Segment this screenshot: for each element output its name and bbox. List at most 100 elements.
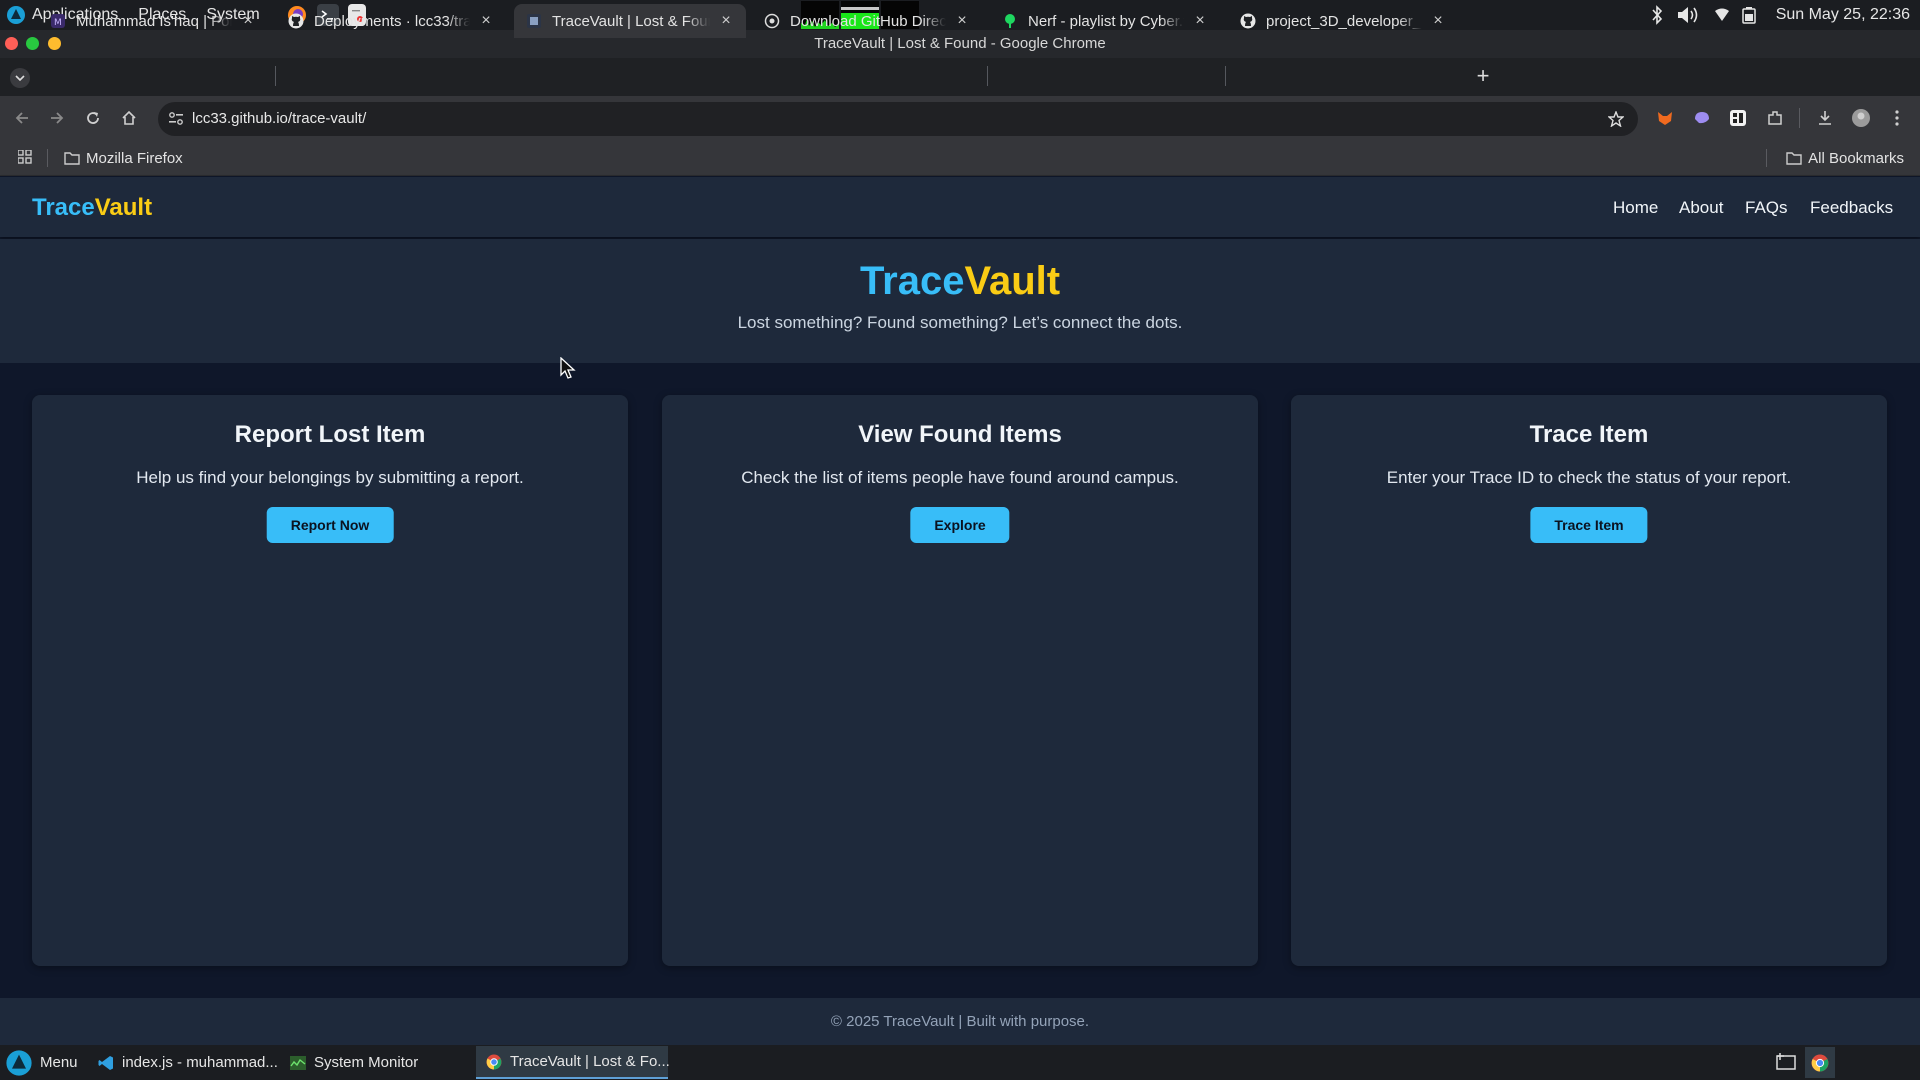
- more-menu-icon[interactable]: [1887, 108, 1907, 128]
- trace-item-button[interactable]: Trace Item: [1530, 507, 1648, 543]
- report-now-button[interactable]: Report Now: [266, 507, 394, 543]
- task-label: System Monitor: [314, 1054, 419, 1071]
- extension-grid-icon[interactable]: [1728, 108, 1748, 128]
- card-title: Report Lost Item: [234, 421, 426, 448]
- arrow-right-icon: [49, 110, 65, 126]
- site-info-icon[interactable]: [168, 111, 184, 127]
- close-tab-icon[interactable]: ×: [718, 12, 734, 30]
- home-icon: [121, 110, 137, 126]
- tab-title: Muhammad Is'haq | Portfolio: [76, 12, 232, 30]
- vscode-icon: [98, 1055, 114, 1071]
- arrow-left-icon: [14, 110, 30, 126]
- card-view-found-items: View Found Items Check the list of items…: [662, 395, 1258, 966]
- tab-spotify-playlist[interactable]: Nerf - playlist by Cyber.fi ×: [990, 4, 1220, 38]
- system-tray: Sun May 25, 22:36: [1650, 0, 1910, 30]
- web-page: TraceVault Home About FAQs Feedbacks Tra…: [0, 177, 1920, 1045]
- clock[interactable]: Sun May 25, 22:36: [1776, 6, 1910, 24]
- task-vscode[interactable]: index.js - muhammad...: [88, 1046, 288, 1079]
- extension-fox-icon[interactable]: [1655, 108, 1675, 128]
- screenshot-tool-icon[interactable]: [1776, 1052, 1796, 1072]
- spotify-icon: [1002, 13, 1018, 29]
- distro-logo-icon: [4, 1048, 34, 1078]
- close-tab-icon[interactable]: ×: [1192, 12, 1208, 30]
- all-bookmarks-label: All Bookmarks: [1808, 149, 1904, 167]
- task-chrome[interactable]: TraceVault | Lost & Fo...: [476, 1046, 670, 1079]
- bookmark-star-icon[interactable]: [1608, 111, 1624, 127]
- downloads-icon[interactable]: [1815, 108, 1835, 128]
- tab-title: Deployments · lcc33/trace-vault: [314, 12, 470, 30]
- card-report-lost-item: Report Lost Item Help us find your belon…: [32, 395, 628, 966]
- logo-part-vault: Vault: [94, 194, 153, 221]
- all-bookmarks-button[interactable]: All Bookmarks: [1786, 140, 1904, 176]
- svg-text:M: M: [54, 18, 62, 28]
- hero-section: TraceVault Lost something? Found somethi…: [0, 239, 1920, 363]
- chrome-tray-icon[interactable]: [1805, 1047, 1835, 1078]
- distro-logo-icon: [6, 5, 26, 25]
- bookmark-folder-firefox[interactable]: Mozilla Firefox: [64, 140, 183, 176]
- github-icon: [288, 13, 304, 29]
- hero-subtitle: Lost something? Found something? Let’s c…: [737, 313, 1183, 332]
- task-label: index.js - muhammad...: [122, 1054, 278, 1071]
- close-tab-icon[interactable]: ×: [478, 12, 494, 30]
- back-button[interactable]: [12, 108, 32, 128]
- url-text: lcc33.github.io/trace-vault/: [192, 110, 367, 127]
- download-icon: [764, 13, 780, 29]
- tab-download-github-directory[interactable]: Download GitHub Directory ×: [752, 4, 982, 38]
- reload-button[interactable]: [83, 108, 103, 128]
- reload-icon: [85, 110, 101, 126]
- task-label: TraceVault | Lost & Fo...: [510, 1053, 670, 1070]
- card-description: Check the list of items people have foun…: [741, 468, 1179, 487]
- apps-grid-icon[interactable]: [18, 150, 32, 164]
- bluetooth-icon[interactable]: [1650, 5, 1664, 25]
- logo-part-trace: Trace: [32, 194, 95, 221]
- bookmarks-bar: Mozilla Firefox All Bookmarks: [0, 140, 1920, 176]
- battery-icon[interactable]: [1741, 6, 1756, 24]
- volume-icon[interactable]: [1676, 4, 1702, 26]
- tab-3d-portfolio[interactable]: project_3D_developer_portfolio ×: [1228, 4, 1458, 38]
- card-title: Trace Item: [1529, 421, 1649, 448]
- close-window-button[interactable]: [5, 37, 18, 50]
- home-button[interactable]: [119, 108, 139, 128]
- start-menu-button[interactable]: Menu: [0, 1046, 88, 1079]
- site-navbar: TraceVault Home About FAQs Feedbacks: [0, 177, 1920, 237]
- plus-icon: +: [1476, 63, 1490, 88]
- card-trace-item: Trace Item Enter your Trace ID to check …: [1291, 395, 1887, 966]
- close-tab-icon[interactable]: ×: [954, 12, 970, 30]
- close-tab-icon[interactable]: ×: [240, 12, 256, 30]
- nav-home-link[interactable]: Home: [1613, 198, 1658, 218]
- tab-tracevault[interactable]: TraceVault | Lost & Found ×: [514, 4, 746, 38]
- system-monitor-icon: [290, 1055, 306, 1071]
- tab-title: Download GitHub Directory: [790, 12, 946, 30]
- tracevault-favicon-icon: [526, 13, 542, 29]
- start-menu-label: Menu: [40, 1054, 78, 1071]
- profile-avatar-icon[interactable]: [1851, 108, 1871, 128]
- site-logo[interactable]: TraceVault: [32, 194, 152, 222]
- minimize-window-button[interactable]: [48, 37, 61, 50]
- nav-about-link[interactable]: About: [1679, 198, 1723, 218]
- forward-button[interactable]: [47, 108, 67, 128]
- explore-button[interactable]: Explore: [910, 507, 1010, 543]
- nav-feedbacks-link[interactable]: Feedbacks: [1810, 198, 1893, 218]
- extensions-puzzle-icon[interactable]: [1765, 108, 1785, 128]
- card-description: Help us find your belongings by submitti…: [136, 468, 524, 487]
- close-tab-icon[interactable]: ×: [1430, 12, 1446, 30]
- hero-title: TraceVault: [0, 259, 1920, 304]
- tab-deployments[interactable]: Deployments · lcc33/trace-vault ×: [276, 4, 506, 38]
- extension-ghost-icon[interactable]: [1692, 108, 1712, 128]
- tab-title: Nerf - playlist by Cyber.fi: [1028, 12, 1184, 30]
- tab-strip: [0, 58, 1920, 96]
- address-bar[interactable]: lcc33.github.io/trace-vault/: [158, 102, 1638, 136]
- portfolio-favicon-icon: M: [50, 13, 66, 29]
- taskbar: Menu index.js - muhammad... System Monit…: [0, 1045, 1920, 1080]
- tab-search-button[interactable]: [10, 68, 30, 88]
- footer-text: © 2025 TraceVault | Built with purpose.: [830, 1013, 1090, 1030]
- maximize-window-button[interactable]: [26, 37, 39, 50]
- task-system-monitor[interactable]: System Monitor: [280, 1046, 428, 1079]
- tab-title: project_3D_developer_portfolio: [1266, 12, 1422, 30]
- chrome-icon: [486, 1054, 502, 1070]
- new-tab-button[interactable]: +: [1472, 63, 1494, 88]
- nav-faqs-link[interactable]: FAQs: [1745, 198, 1788, 218]
- folder-icon: [1786, 151, 1802, 165]
- tab-portfolio[interactable]: M Muhammad Is'haq | Portfolio ×: [38, 4, 268, 38]
- wifi-icon[interactable]: [1714, 8, 1730, 22]
